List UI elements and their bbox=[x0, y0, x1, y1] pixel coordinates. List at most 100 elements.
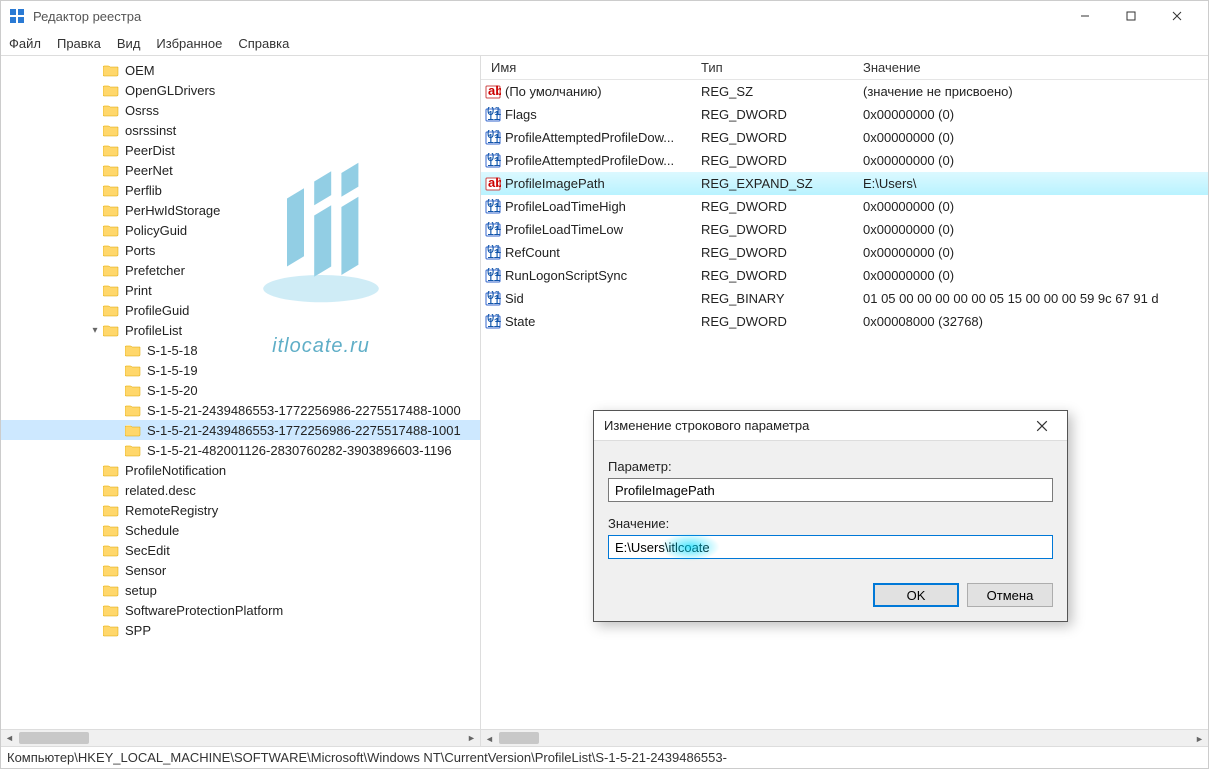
chevron-down-icon[interactable]: ▾ bbox=[87, 325, 103, 336]
maximize-button[interactable] bbox=[1108, 1, 1154, 31]
list-row[interactable]: ProfileLoadTimeHighREG_DWORD0x00000000 (… bbox=[481, 195, 1208, 218]
col-header-value[interactable]: Значение bbox=[863, 60, 1208, 75]
string-value-icon bbox=[485, 176, 501, 192]
list-row[interactable]: StateREG_DWORD0x00008000 (32768) bbox=[481, 310, 1208, 333]
ok-button[interactable]: OK bbox=[873, 583, 959, 607]
param-label: Параметр: bbox=[608, 459, 1053, 474]
tree-item[interactable]: S-1-5-20 bbox=[1, 380, 480, 400]
list-row[interactable]: ProfileAttemptedProfileDow...REG_DWORD0x… bbox=[481, 149, 1208, 172]
list-hscrollbar[interactable]: ◄► bbox=[481, 729, 1208, 746]
tree-item[interactable]: PeerNet bbox=[1, 160, 480, 180]
dialog-close-button[interactable] bbox=[1027, 411, 1057, 441]
tree-item[interactable]: Ports bbox=[1, 240, 480, 260]
value-input[interactable] bbox=[608, 535, 1053, 559]
menu-help[interactable]: Справка bbox=[238, 36, 289, 51]
menu-edit[interactable]: Правка bbox=[57, 36, 101, 51]
menu-file[interactable]: Файл bbox=[9, 36, 41, 51]
cancel-button[interactable]: Отмена bbox=[967, 583, 1053, 607]
value-type: REG_DWORD bbox=[701, 222, 863, 237]
tree-item[interactable]: SPP bbox=[1, 620, 480, 640]
tree-item[interactable]: Print bbox=[1, 280, 480, 300]
minimize-button[interactable] bbox=[1062, 1, 1108, 31]
tree-item[interactable]: PerHwIdStorage bbox=[1, 200, 480, 220]
tree-item[interactable]: PeerDist bbox=[1, 140, 480, 160]
tree-item-label: PolicyGuid bbox=[125, 223, 187, 238]
tree-item-label: Perflib bbox=[125, 183, 162, 198]
menu-view[interactable]: Вид bbox=[117, 36, 141, 51]
list-row[interactable]: ProfileImagePathREG_EXPAND_SZE:\Users\ bbox=[481, 172, 1208, 195]
edit-string-dialog: Изменение строкового параметра Параметр:… bbox=[593, 410, 1068, 622]
param-input[interactable] bbox=[608, 478, 1053, 502]
tree-item-label: ProfileList bbox=[125, 323, 182, 338]
tree-hscrollbar[interactable]: ◄► bbox=[1, 729, 480, 746]
tree-item[interactable]: ▾ ProfileList bbox=[1, 320, 480, 340]
tree-item[interactable]: S-1-5-21-482001126-2830760282-3903896603… bbox=[1, 440, 480, 460]
tree-item-label: ProfileNotification bbox=[125, 463, 226, 478]
list-row[interactable]: ProfileAttemptedProfileDow...REG_DWORD0x… bbox=[481, 126, 1208, 149]
tree-item[interactable]: related.desc bbox=[1, 480, 480, 500]
tree-item-label: RemoteRegistry bbox=[125, 503, 218, 518]
tree-item[interactable]: S-1-5-18 bbox=[1, 340, 480, 360]
tree-item[interactable]: Schedule bbox=[1, 520, 480, 540]
folder-icon bbox=[103, 203, 119, 217]
tree-item[interactable]: ProfileNotification bbox=[1, 460, 480, 480]
list-row[interactable]: SidREG_BINARY01 05 00 00 00 00 00 05 15 … bbox=[481, 287, 1208, 310]
tree-item[interactable]: OEM bbox=[1, 60, 480, 80]
tree-item[interactable]: Sensor bbox=[1, 560, 480, 580]
tree-item[interactable]: osrssinst bbox=[1, 120, 480, 140]
tree-item-label: PerHwIdStorage bbox=[125, 203, 220, 218]
folder-icon bbox=[103, 603, 119, 617]
tree-item[interactable]: Prefetcher bbox=[1, 260, 480, 280]
tree-item[interactable]: PolicyGuid bbox=[1, 220, 480, 240]
tree-item[interactable]: Perflib bbox=[1, 180, 480, 200]
value-type: REG_DWORD bbox=[701, 130, 863, 145]
tree-item[interactable]: OpenGLDrivers bbox=[1, 80, 480, 100]
col-header-type[interactable]: Тип bbox=[701, 60, 863, 75]
value-name: (По умолчанию) bbox=[505, 84, 701, 99]
value-name: ProfileLoadTimeLow bbox=[505, 222, 701, 237]
list-row[interactable]: FlagsREG_DWORD0x00000000 (0) bbox=[481, 103, 1208, 126]
value-data: 01 05 00 00 00 00 00 05 15 00 00 00 59 9… bbox=[863, 291, 1208, 306]
list-row[interactable]: RunLogonScriptSyncREG_DWORD0x00000000 (0… bbox=[481, 264, 1208, 287]
folder-icon bbox=[103, 143, 119, 157]
list-row[interactable]: RefCountREG_DWORD0x00000000 (0) bbox=[481, 241, 1208, 264]
binary-value-icon bbox=[485, 314, 501, 330]
list-row[interactable]: ProfileLoadTimeLowREG_DWORD0x00000000 (0… bbox=[481, 218, 1208, 241]
value-data: E:\Users\ bbox=[863, 176, 1208, 191]
regedit-window: Редактор реестра Файл Правка Вид Избранн… bbox=[0, 0, 1209, 769]
tree-item-label: OEM bbox=[125, 63, 155, 78]
value-name: ProfileImagePath bbox=[505, 176, 701, 191]
folder-icon bbox=[125, 423, 141, 437]
binary-value-icon bbox=[485, 245, 501, 261]
menu-favorites[interactable]: Избранное bbox=[156, 36, 222, 51]
tree-panel: itlocate.ru OEMOpenGLDriversOsrssosrssin… bbox=[1, 56, 481, 746]
title-bar[interactable]: Редактор реестра bbox=[1, 1, 1208, 31]
value-list-panel: Имя Тип Значение (По умолчанию)REG_SZ(зн… bbox=[481, 56, 1208, 746]
tree-item-label: Ports bbox=[125, 243, 155, 258]
tree-item-label: SPP bbox=[125, 623, 151, 638]
tree-item[interactable]: setup bbox=[1, 580, 480, 600]
tree-item[interactable]: S-1-5-21-2439486553-1772256986-227551748… bbox=[1, 420, 480, 440]
tree-item[interactable]: SoftwareProtectionPlatform bbox=[1, 600, 480, 620]
close-button[interactable] bbox=[1154, 1, 1200, 31]
value-type: REG_DWORD bbox=[701, 268, 863, 283]
tree-item-label: SoftwareProtectionPlatform bbox=[125, 603, 283, 618]
binary-value-icon bbox=[485, 222, 501, 238]
tree-item-label: OpenGLDrivers bbox=[125, 83, 215, 98]
tree-item-label: Sensor bbox=[125, 563, 166, 578]
folder-icon bbox=[103, 523, 119, 537]
app-icon bbox=[9, 8, 25, 24]
dialog-title-bar[interactable]: Изменение строкового параметра bbox=[594, 411, 1067, 441]
col-header-name[interactable]: Имя bbox=[481, 60, 701, 75]
tree-item[interactable]: S-1-5-21-2439486553-1772256986-227551748… bbox=[1, 400, 480, 420]
list-header[interactable]: Имя Тип Значение bbox=[481, 56, 1208, 80]
tree-item[interactable]: SecEdit bbox=[1, 540, 480, 560]
folder-icon bbox=[125, 403, 141, 417]
tree-item[interactable]: Osrss bbox=[1, 100, 480, 120]
list-row[interactable]: (По умолчанию)REG_SZ(значение не присвое… bbox=[481, 80, 1208, 103]
tree-item[interactable]: RemoteRegistry bbox=[1, 500, 480, 520]
tree-item[interactable]: ProfileGuid bbox=[1, 300, 480, 320]
tree-item[interactable]: S-1-5-19 bbox=[1, 360, 480, 380]
tree-item-label: PeerNet bbox=[125, 163, 173, 178]
value-type: REG_DWORD bbox=[701, 314, 863, 329]
